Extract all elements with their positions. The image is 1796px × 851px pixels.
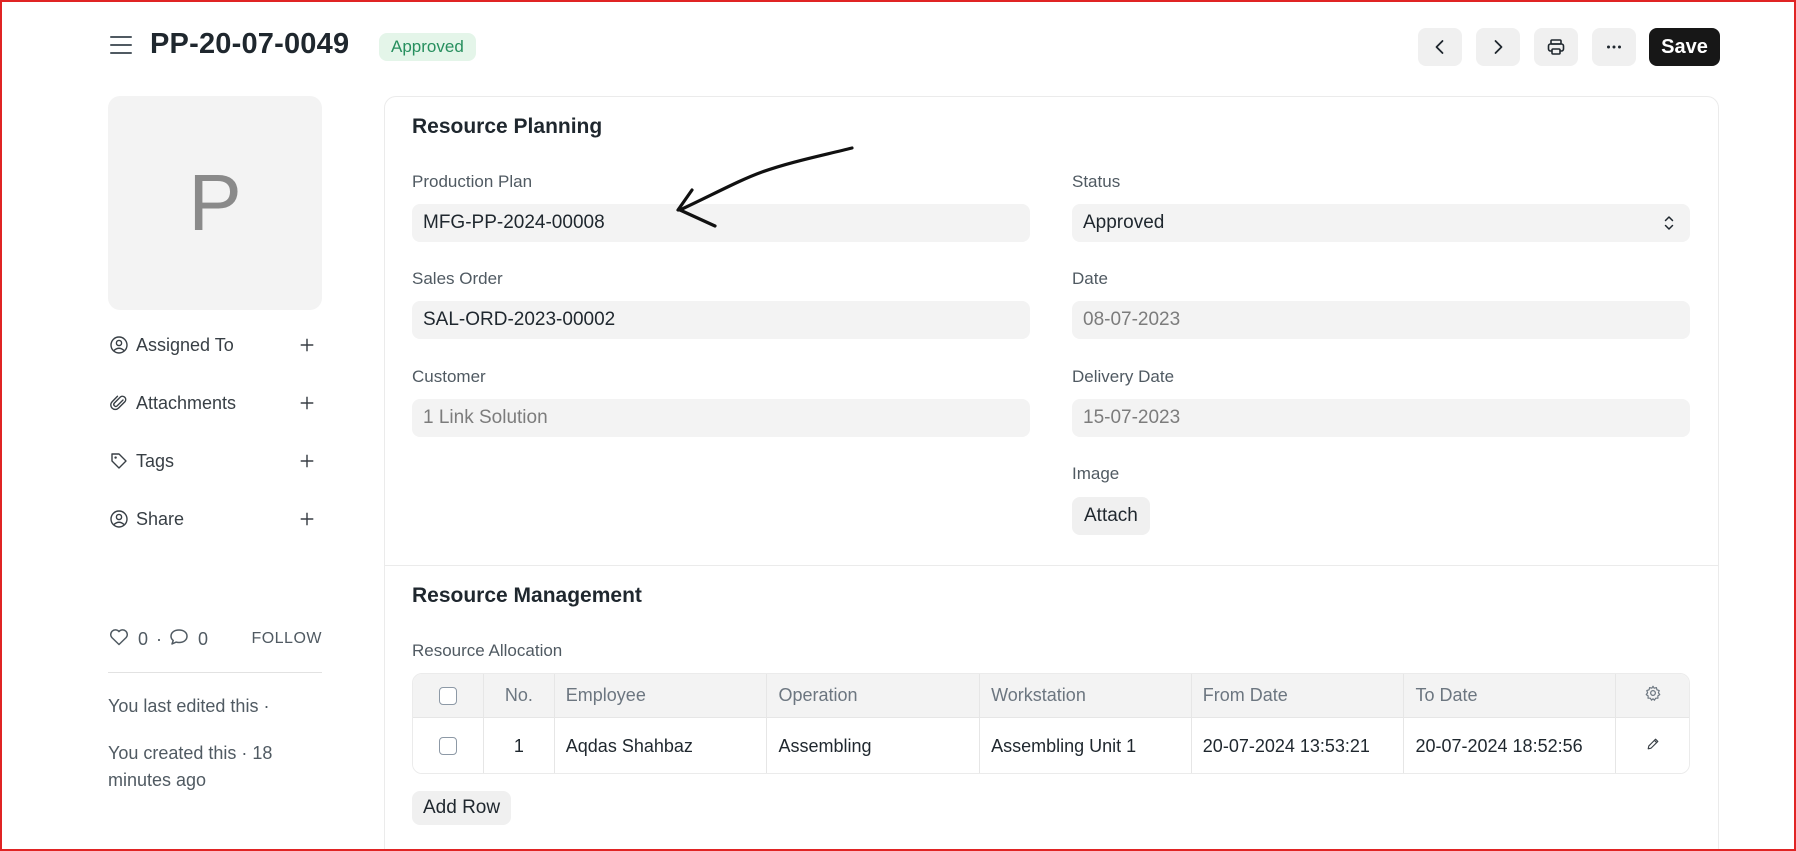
more-actions-button[interactable] bbox=[1592, 28, 1636, 66]
page-title: PP-20-07-0049 bbox=[150, 28, 350, 60]
sidebar-item-label: Assigned To bbox=[136, 334, 234, 355]
date-label: Date bbox=[1072, 269, 1108, 288]
sidebar-item-label: Share bbox=[136, 508, 185, 529]
column-header-from-date[interactable]: From Date bbox=[1192, 674, 1405, 717]
table-header-row: No. Employee Operation Workstation From … bbox=[413, 674, 1689, 718]
row-checkbox[interactable] bbox=[438, 737, 457, 755]
sidebar-item-label: Attachments bbox=[136, 392, 237, 413]
column-settings-cell bbox=[1616, 674, 1689, 717]
add-assignee-plus-icon[interactable] bbox=[296, 334, 318, 356]
add-share-plus-icon[interactable] bbox=[296, 508, 318, 530]
heart-icon[interactable] bbox=[108, 626, 130, 653]
add-tag-plus-icon[interactable] bbox=[296, 450, 318, 472]
production-plan-label: Production Plan bbox=[412, 172, 533, 191]
print-button[interactable] bbox=[1534, 28, 1578, 66]
comment-count: 0 bbox=[198, 628, 209, 649]
row-select-cell bbox=[413, 718, 484, 773]
add-row-button[interactable]: Add Row bbox=[412, 791, 512, 825]
sidebar-item-share[interactable]: Share bbox=[108, 504, 322, 534]
tag-icon bbox=[108, 450, 130, 472]
sidebar-item-attachments[interactable]: Attachments bbox=[108, 388, 322, 418]
next-doc-button[interactable] bbox=[1476, 28, 1520, 66]
user-share-icon bbox=[108, 508, 130, 530]
sidebar-item-label: Tags bbox=[136, 450, 175, 471]
delivery-date-field[interactable]: 15-07-2023 bbox=[1072, 399, 1690, 437]
last-edited-text: You last edited this · bbox=[108, 696, 270, 716]
select-chevrons-icon bbox=[1664, 216, 1674, 230]
gear-icon[interactable] bbox=[1644, 684, 1662, 707]
cell-from-date[interactable]: 20-07-2024 13:53:21 bbox=[1192, 718, 1405, 773]
cell-employee[interactable]: Aqdas Shahbaz bbox=[555, 718, 768, 773]
attach-image-button[interactable]: Attach bbox=[1072, 497, 1150, 535]
status-select-value: Approved bbox=[1083, 212, 1165, 233]
sidebar-item-tags[interactable]: Tags bbox=[108, 446, 322, 476]
comment-icon[interactable] bbox=[168, 626, 190, 653]
social-stats: 0 · 0 FOLLOW bbox=[108, 624, 322, 654]
status-select[interactable]: Approved bbox=[1072, 204, 1690, 242]
separator-dot: · bbox=[156, 628, 163, 649]
paperclip-icon bbox=[108, 392, 130, 414]
user-plus-icon bbox=[108, 334, 130, 356]
avatar: P bbox=[108, 96, 322, 310]
column-header-workstation[interactable]: Workstation bbox=[980, 674, 1192, 717]
pencil-icon[interactable] bbox=[1645, 736, 1661, 757]
add-attachment-plus-icon[interactable] bbox=[296, 392, 318, 414]
section-title-resource-management: Resource Management bbox=[412, 584, 642, 607]
section-divider bbox=[385, 565, 1718, 566]
menu-toggle-icon[interactable] bbox=[110, 36, 132, 56]
row-edit-cell bbox=[1616, 718, 1689, 773]
table-row[interactable]: 1 Aqdas Shahbaz Assembling Assembling Un… bbox=[413, 718, 1689, 773]
cell-no: 1 bbox=[484, 718, 555, 773]
cell-to-date[interactable]: 20-07-2024 18:52:56 bbox=[1404, 718, 1617, 773]
ellipsis-icon bbox=[1607, 45, 1621, 49]
resource-allocation-label: Resource Allocation bbox=[412, 641, 563, 660]
cell-workstation[interactable]: Assembling Unit 1 bbox=[980, 718, 1192, 773]
status-label: Status bbox=[1072, 172, 1121, 191]
delivery-date-label: Delivery Date bbox=[1072, 367, 1175, 386]
save-button[interactable]: Save bbox=[1649, 28, 1720, 66]
image-label: Image bbox=[1072, 464, 1120, 483]
cell-operation[interactable]: Assembling bbox=[767, 718, 981, 773]
sidebar-item-assigned-to[interactable]: Assigned To bbox=[108, 330, 322, 360]
previous-doc-button[interactable] bbox=[1418, 28, 1462, 66]
sales-order-field[interactable]: SAL-ORD-2023-00002 bbox=[412, 301, 1030, 339]
section-title-resource-planning: Resource Planning bbox=[412, 115, 603, 138]
select-all-checkbox[interactable] bbox=[438, 686, 457, 705]
sidebar-divider bbox=[108, 672, 322, 673]
customer-field[interactable]: 1 Link Solution bbox=[412, 399, 1030, 437]
printer-icon bbox=[1547, 39, 1565, 55]
production-plan-field[interactable]: MFG-PP-2024-00008 bbox=[412, 204, 1030, 242]
customer-label: Customer bbox=[412, 367, 486, 386]
select-all-cell bbox=[413, 674, 484, 717]
column-header-to-date[interactable]: To Date bbox=[1404, 674, 1617, 717]
follow-button[interactable]: FOLLOW bbox=[251, 630, 322, 648]
chevron-right-icon bbox=[1494, 40, 1503, 54]
resource-allocation-table: No. Employee Operation Workstation From … bbox=[412, 673, 1690, 774]
status-badge: Approved bbox=[379, 33, 476, 61]
chevron-left-icon bbox=[1435, 40, 1444, 54]
column-header-operation[interactable]: Operation bbox=[767, 674, 981, 717]
column-header-no[interactable]: No. bbox=[484, 674, 555, 717]
created-text: You created this · 18 minutes ago bbox=[108, 743, 273, 790]
like-count: 0 bbox=[138, 628, 149, 649]
date-field[interactable]: 08-07-2023 bbox=[1072, 301, 1690, 339]
column-header-employee[interactable]: Employee bbox=[555, 674, 768, 717]
sales-order-label: Sales Order bbox=[412, 269, 503, 288]
